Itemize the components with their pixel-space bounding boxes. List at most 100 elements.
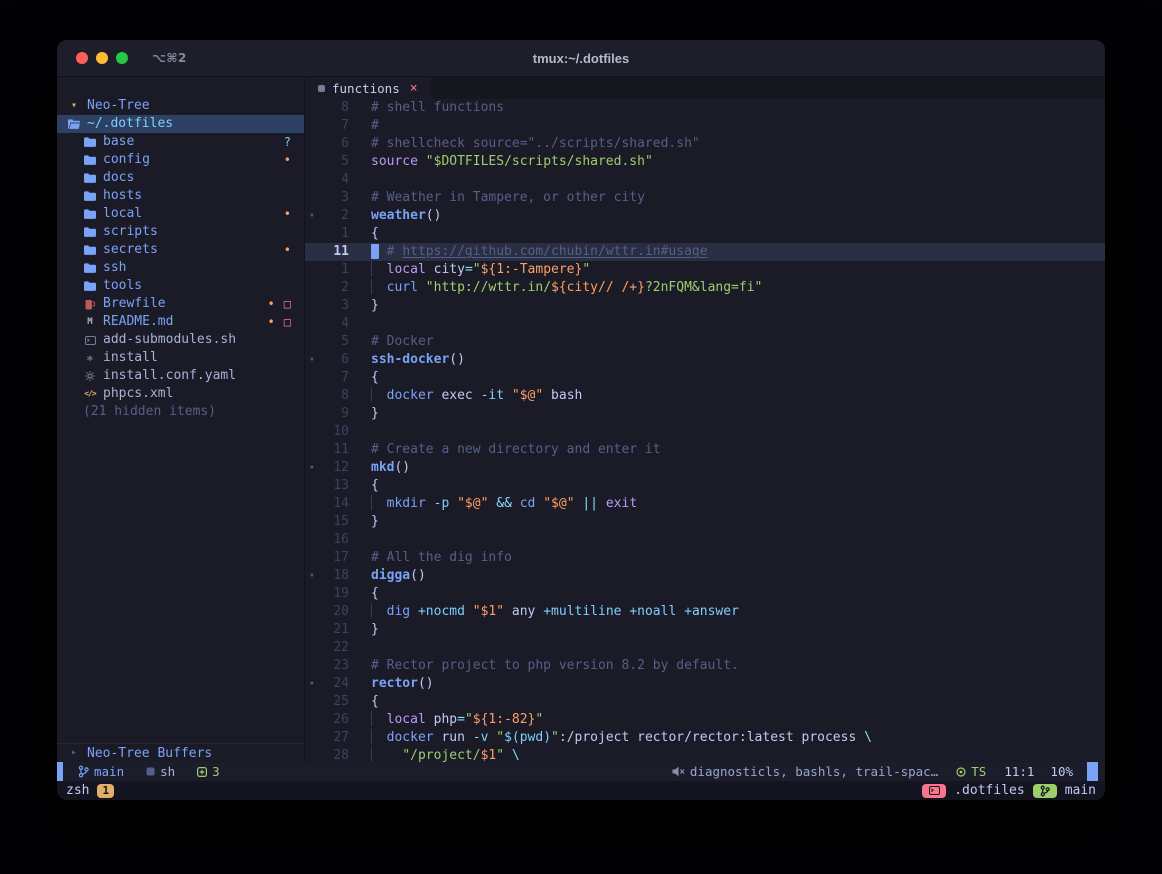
tree-item-readme-md[interactable]: MREADME.md•□ [57, 313, 304, 331]
tree-item-config[interactable]: config• [57, 151, 304, 169]
tmux-window-item[interactable]: zsh 1 [66, 783, 114, 798]
code-line[interactable]: 7# [305, 117, 1105, 135]
tree-item-base[interactable]: base? [57, 133, 304, 151]
line-number: 9 [319, 405, 349, 423]
code-line-text: # https://github.com/chubin/wttr.in#usag… [371, 243, 708, 261]
fold-chevron-icon[interactable]: ▾ [305, 207, 319, 225]
terminal-icon [922, 784, 946, 798]
tree-item-ssh[interactable]: ssh [57, 259, 304, 277]
code-line[interactable]: 28▏ "/project/$1" \ [305, 747, 1105, 762]
tree-item-label: docs [103, 169, 134, 187]
line-number: 4 [319, 171, 349, 189]
code-line[interactable]: 11 # https://github.com/chubin/wttr.in#u… [305, 243, 1105, 261]
fold-chevron-icon[interactable]: ▾ [305, 459, 319, 477]
gutter-fold-column [305, 477, 319, 495]
tree-item-label: (21 hidden items) [83, 403, 216, 421]
code-line[interactable]: 19{ [305, 585, 1105, 603]
tree-item-brewfile[interactable]: Brewfile•□ [57, 295, 304, 313]
tree-item-docs[interactable]: docs [57, 169, 304, 187]
tree-item-add-submodules-sh[interactable]: add-submodules.sh [57, 331, 304, 349]
code-line-text: # Weather in Tampere, or other city [371, 189, 645, 207]
code-line[interactable]: 27▏ docker run -v "$(pwd)":/project rect… [305, 729, 1105, 747]
line-number: 23 [319, 657, 349, 675]
git-untracked-badge: ? [284, 135, 291, 149]
line-number: 4 [319, 315, 349, 333]
gutter-fold-column [305, 585, 319, 603]
tree-item-hosts[interactable]: hosts [57, 187, 304, 205]
code-line[interactable]: 6# shellcheck source="../scripts/shared.… [305, 135, 1105, 153]
code-area[interactable]: 8# shell functions7#6# shellcheck source… [305, 99, 1105, 762]
line-number: 21 [319, 621, 349, 639]
code-line[interactable]: 22 [305, 639, 1105, 657]
code-line[interactable]: 1▏ local city="${1:-Tampere}" [305, 261, 1105, 279]
gutter-fold-column [305, 315, 319, 333]
tmux-git-branch: main [1065, 783, 1096, 798]
tree-item-install-conf-yaml[interactable]: install.conf.yaml [57, 367, 304, 385]
tree-item-phpcs-xml[interactable]: </>phpcs.xml [57, 385, 304, 403]
code-line-text: ▏ dig +nocmd "$1" any +multiline +noall … [371, 603, 739, 621]
code-line[interactable]: 16 [305, 531, 1105, 549]
git-diff-added-segment: 3 [197, 764, 220, 779]
code-line[interactable]: 26▏ local php="${1:-82}" [305, 711, 1105, 729]
code-line[interactable]: 2▏ curl "http://wttr.in/${city// /+}?2nF… [305, 279, 1105, 297]
tab-close-icon[interactable]: × [410, 81, 418, 96]
circle-dot-icon [956, 767, 966, 777]
code-line[interactable]: 4 [305, 315, 1105, 333]
close-button[interactable] [76, 52, 88, 64]
fold-chevron-icon[interactable]: ▾ [305, 351, 319, 369]
code-line[interactable]: 9} [305, 405, 1105, 423]
gutter-fold-column [305, 513, 319, 531]
tree-item-neo-tree[interactable]: ▾Neo-Tree [57, 97, 304, 115]
code-line[interactable]: ▾6ssh-docker() [305, 351, 1105, 369]
code-line[interactable]: 7{ [305, 369, 1105, 387]
code-line[interactable]: 11# Create a new directory and enter it [305, 441, 1105, 459]
code-line[interactable]: 15} [305, 513, 1105, 531]
code-line[interactable]: 10 [305, 423, 1105, 441]
code-line[interactable]: 8# shell functions [305, 99, 1105, 117]
code-line-text: { [371, 693, 379, 711]
titlebar[interactable]: ⌥⌘2 tmux:~/.dotfiles [57, 40, 1105, 77]
code-line-text: # Rector project to php version 8.2 by d… [371, 657, 739, 675]
code-line[interactable]: ▾24rector() [305, 675, 1105, 693]
tree-item-install[interactable]: ∗install [57, 349, 304, 367]
statusline: main sh 3 diagnosticls, bashls, trail-sp… [57, 762, 1105, 781]
git-modified-badge: • [284, 207, 291, 221]
line-number: 2 [319, 207, 349, 225]
code-line-text: ▏ curl "http://wttr.in/${city// /+}?2nFQ… [371, 279, 762, 297]
code-line[interactable]: 20▏ dig +nocmd "$1" any +multiline +noal… [305, 603, 1105, 621]
tree-item-dotfiles[interactable]: ~/.dotfiles [57, 115, 304, 133]
tree-item-tools[interactable]: tools [57, 277, 304, 295]
code-line[interactable]: ▾18digga() [305, 567, 1105, 585]
code-line[interactable]: 5source "$DOTFILES/scripts/shared.sh" [305, 153, 1105, 171]
code-line[interactable]: 23 # Rector project to php version 8.2 by… [305, 657, 1105, 675]
tree-item-scripts[interactable]: scripts [57, 223, 304, 241]
code-line[interactable]: ▾2weather() [305, 207, 1105, 225]
code-line[interactable]: 13{ [305, 477, 1105, 495]
folder-icon [83, 263, 97, 273]
code-line[interactable]: 17# All the dig info [305, 549, 1105, 567]
code-line[interactable]: 14▏ mkdir -p "$@" && cd "$@" || exit [305, 495, 1105, 513]
line-number: 11 [319, 243, 349, 261]
asterisk-icon: ∗ [83, 352, 97, 364]
tree-item-local[interactable]: local• [57, 205, 304, 223]
tree-item-secrets[interactable]: secrets• [57, 241, 304, 259]
code-line[interactable]: 21} [305, 621, 1105, 639]
code-line[interactable]: 4 [305, 171, 1105, 189]
line-number: 15 [319, 513, 349, 531]
code-line[interactable]: 3# Weather in Tampere, or other city [305, 189, 1105, 207]
code-line[interactable]: 8▏ docker exec -it "$@" bash [305, 387, 1105, 405]
zoom-button[interactable] [116, 52, 128, 64]
code-line-text: rector() [371, 675, 434, 693]
minimize-button[interactable] [96, 52, 108, 64]
fold-chevron-icon[interactable]: ▾ [305, 567, 319, 585]
neo-tree-buffers-section[interactable]: ▸ Neo-Tree Buffers [57, 743, 304, 762]
neo-tree-buffers-title: Neo-Tree Buffers [87, 746, 212, 761]
code-line[interactable]: 5# Docker [305, 333, 1105, 351]
code-line[interactable]: ▾12mkd() [305, 459, 1105, 477]
code-line[interactable]: 25{ [305, 693, 1105, 711]
fold-chevron-icon[interactable]: ▾ [305, 675, 319, 693]
code-line-text: { [371, 225, 379, 243]
code-line[interactable]: 3} [305, 297, 1105, 315]
code-line[interactable]: 1{ [305, 225, 1105, 243]
tab-functions[interactable]: functions × [305, 77, 431, 99]
